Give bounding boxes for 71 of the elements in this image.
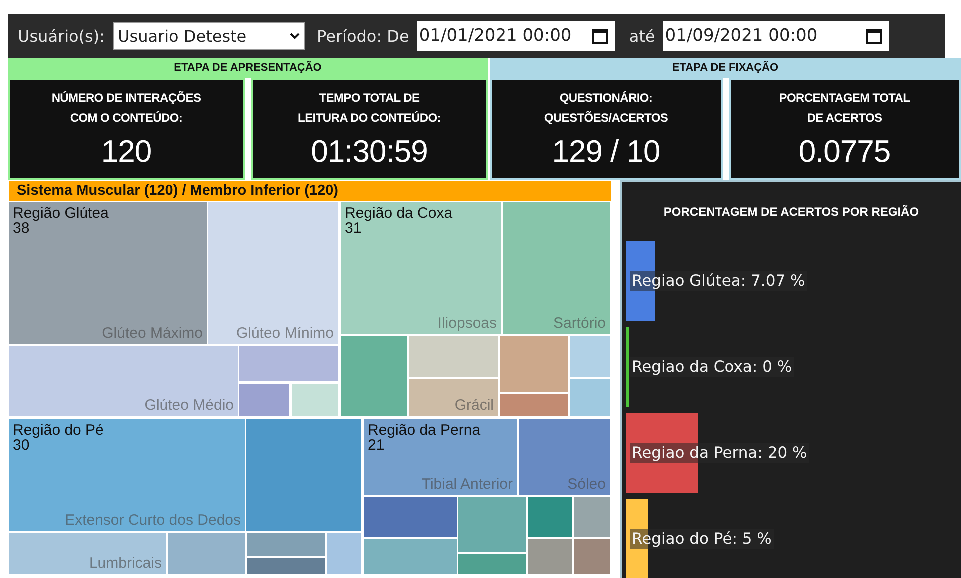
region-name: Região da Perna (368, 423, 481, 439)
treemap-cell[interactable] (247, 558, 325, 574)
treemap-cell[interactable]: Glúteo Mínimo (208, 202, 338, 344)
user-label: Usuário(s): (18, 26, 106, 46)
cell-label: Sartório (553, 315, 606, 332)
user-select[interactable]: Usuario Deteste (113, 22, 306, 50)
cell-label: Iliopsoas (438, 315, 497, 332)
region-count: 38 (13, 221, 30, 237)
stat-value: 120 (101, 134, 152, 170)
treemap-cell[interactable] (364, 497, 457, 537)
treemap-cell[interactable]: Glúteo Médio (9, 346, 238, 416)
stage-header: ETAPA DE FIXAÇÃO (490, 58, 961, 78)
cell-label: Grácil (454, 397, 494, 414)
region-name: Região Glútea (13, 206, 109, 222)
period-label: Período: De (317, 26, 410, 46)
treemap-cell[interactable] (239, 346, 338, 381)
stat-value: 0.0775 (798, 134, 891, 170)
stat-label: NÚMERO DE INTERAÇÕES COM O CONTEÚDO: (52, 90, 202, 127)
until-label: até (629, 26, 656, 46)
cell-label: Sóleo (568, 476, 606, 493)
treemap-cell[interactable] (500, 394, 568, 416)
treemap-cell[interactable] (528, 539, 572, 574)
region-count: 31 (345, 221, 362, 237)
treemap-cell[interactable] (574, 497, 610, 537)
treemap-cell[interactable] (239, 384, 289, 416)
treemap-cell[interactable] (458, 497, 526, 552)
cell-label: Glúteo Mínimo (236, 325, 334, 342)
treemap-cell[interactable] (246, 419, 361, 531)
treemap-cell[interactable] (409, 336, 498, 377)
chevron-icon (290, 32, 300, 40)
stat-value: 01:30:59 (311, 134, 428, 170)
treemap-cell[interactable] (327, 533, 361, 574)
date-to-field[interactable]: 01/09/2021 00:00 (663, 21, 890, 51)
treemap-cell[interactable] (247, 533, 325, 556)
date-from-field[interactable]: 01/01/2021 00:00 (417, 21, 616, 51)
treemap-cell[interactable]: Grácil (409, 379, 498, 416)
treemap-cell[interactable] (364, 539, 457, 574)
treemap-cell[interactable] (500, 336, 568, 392)
cell-label: Lumbricais (89, 555, 162, 572)
treemap-cell[interactable] (168, 533, 245, 574)
treemap-cell[interactable]: Sartório (503, 202, 610, 334)
stat-label: PORCENTAGEM TOTAL DE ACERTOS (779, 90, 910, 127)
cell-label: Tibial Anterior (422, 476, 513, 493)
chart-title: PORCENTAGEM DE ACERTOS POR REGIÃO (662, 205, 920, 219)
treemap-cell[interactable] (528, 497, 572, 537)
region-name: Região do Pé (13, 423, 104, 439)
cell-label: Extensor Curto dos Dedos (65, 512, 241, 529)
region-count: 21 (368, 438, 385, 454)
treemap-cell[interactable] (458, 554, 526, 574)
bar-label: Regiao do Pé: 5 % (630, 529, 774, 549)
region-count: 30 (13, 438, 30, 454)
treemap-cell[interactable]: Sóleo (519, 419, 610, 495)
calendar-icon[interactable] (591, 27, 610, 45)
bar-label: Regiao da Coxa: 0 % (630, 357, 794, 377)
cell-label: Glúteo Médio (144, 397, 234, 414)
stat-label: TEMPO TOTAL DE LEITURA DO CONTEÚDO: (298, 90, 441, 127)
calendar-icon[interactable] (865, 27, 884, 45)
cell-label: Glúteo Máximo (102, 325, 203, 342)
stage-header: ETAPA DE APRESENTAÇÃO (8, 58, 488, 78)
treemap-cell[interactable] (574, 539, 610, 574)
treemap-cell[interactable] (570, 379, 610, 416)
treemap-cell[interactable] (570, 336, 610, 377)
treemap-header[interactable]: Sistema Muscular (120) / Membro Inferior (120) (8, 180, 612, 202)
region-name: Região da Coxa (345, 206, 453, 222)
treemap-cell[interactable]: Lumbricais (9, 533, 166, 574)
stat-label: QUESTIONÁRIO: QUESTÕES/ACERTOS (544, 90, 668, 127)
treemap-cell[interactable] (292, 384, 338, 416)
treemap-cell[interactable] (341, 336, 407, 416)
stat-value: 129 / 10 (552, 134, 660, 170)
bar-label: Regiao da Perna: 20 % (630, 443, 810, 463)
bar-label: Regiao Glútea: 7.07 % (630, 271, 808, 291)
